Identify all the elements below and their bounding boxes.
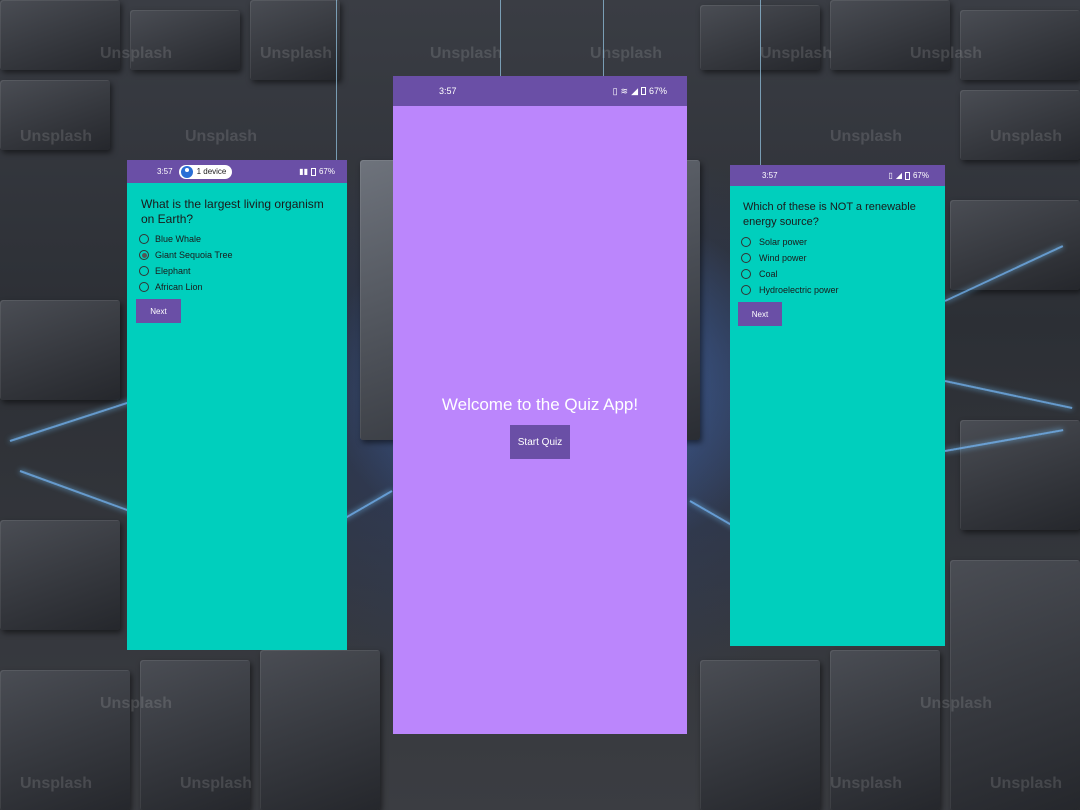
radio-button[interactable] xyxy=(741,253,751,263)
battery-percent: 67% xyxy=(912,171,929,180)
vibrate-icon: ▯ xyxy=(888,171,893,180)
watermark: Unsplash xyxy=(830,775,903,792)
radio-button[interactable] xyxy=(741,237,751,247)
option-label: Hydroelectric power xyxy=(759,285,839,295)
bg-tile xyxy=(960,90,1080,160)
radio-button-selected[interactable] xyxy=(139,250,149,260)
status-bar: 3:57 ▯ ≋ ◢ 67% xyxy=(393,76,687,106)
bg-tile xyxy=(250,0,340,80)
watermark: Unsplash xyxy=(100,695,173,712)
battery-percent: 67% xyxy=(648,86,667,96)
answer-option[interactable]: Hydroelectric power xyxy=(741,284,945,296)
person-icon xyxy=(180,165,193,178)
answer-option[interactable]: Giant Sequoia Tree xyxy=(139,249,347,261)
quiz-question-screen-right: 3:57 ▯ ◢ 67% Which of these is NOT a ren… xyxy=(730,165,945,646)
watermark: Unsplash xyxy=(180,775,253,792)
system-icons: ▯ ◢ 67% xyxy=(888,171,929,180)
radio-button[interactable] xyxy=(139,266,149,276)
battery-icon xyxy=(310,167,316,176)
option-label: Blue Whale xyxy=(155,234,202,244)
radio-button[interactable] xyxy=(139,234,149,244)
next-button[interactable]: Next xyxy=(738,302,782,326)
quiz-welcome-screen: 3:57 ▯ ≋ ◢ 67% Welcome to the Quiz App! … xyxy=(393,76,687,734)
option-label: Coal xyxy=(759,269,778,279)
watermark: Unsplash xyxy=(20,128,93,145)
option-label: African Lion xyxy=(155,282,203,292)
option-label: Wind power xyxy=(759,253,807,263)
status-bar: 3:57 ▯ ◢ 67% xyxy=(730,165,945,186)
battery-percent: 67% xyxy=(318,167,335,176)
bg-tile xyxy=(260,650,380,810)
watermark: Unsplash xyxy=(990,775,1063,792)
hanging-string xyxy=(336,0,337,160)
hanging-string xyxy=(760,0,761,165)
watermark: Unsplash xyxy=(920,695,993,712)
bg-glow-line xyxy=(339,490,393,522)
bg-tile xyxy=(950,560,1080,810)
radio-button[interactable] xyxy=(139,282,149,292)
answer-option[interactable]: Solar power xyxy=(741,236,945,248)
question-text: Which of these is NOT a renewable energy… xyxy=(743,201,916,228)
bg-tile xyxy=(0,520,120,630)
battery-icon xyxy=(640,87,646,95)
bg-tile xyxy=(0,300,120,400)
start-quiz-button[interactable]: Start Quiz xyxy=(510,425,570,459)
status-time: 3:57 xyxy=(157,167,173,176)
system-icons: ▮▮ 67% xyxy=(299,167,335,176)
option-label: Solar power xyxy=(759,237,808,247)
device-chip-label: 1 device xyxy=(196,167,227,176)
status-bar: 3:57 1 device ▮▮ 67% xyxy=(127,160,347,183)
system-icons: ▯ ≋ ◢ 67% xyxy=(613,86,667,97)
option-label: Elephant xyxy=(155,266,191,276)
answer-option[interactable]: African Lion xyxy=(139,281,347,293)
battery-icon xyxy=(904,171,910,180)
answer-option[interactable]: Blue Whale xyxy=(139,233,347,245)
watermark: Unsplash xyxy=(760,45,833,62)
status-time: 3:57 xyxy=(762,171,778,180)
question-text: What is the largest living organism on E… xyxy=(141,197,324,226)
watermark: Unsplash xyxy=(260,45,333,62)
watermark: Unsplash xyxy=(590,45,663,62)
wifi-icon: ≋ xyxy=(620,85,629,96)
bg-glow-line xyxy=(944,380,1073,410)
watermark: Unsplash xyxy=(910,45,983,62)
answer-option[interactable]: Coal xyxy=(741,268,945,280)
watermark: Unsplash xyxy=(990,128,1063,145)
next-button[interactable]: Next xyxy=(136,299,181,323)
signal-icon: ◢ xyxy=(631,85,638,96)
hanging-string xyxy=(603,0,604,76)
radio-button[interactable] xyxy=(741,285,751,295)
bg-glow-line xyxy=(19,470,134,513)
hanging-string xyxy=(500,0,501,76)
radio-button[interactable] xyxy=(741,269,751,279)
welcome-title: Welcome to the Quiz App! xyxy=(441,395,639,414)
watermark: Unsplash xyxy=(100,45,173,62)
status-time: 3:57 xyxy=(439,86,457,96)
answer-option[interactable]: Wind power xyxy=(741,252,945,264)
watermark: Unsplash xyxy=(830,128,903,145)
device-chip[interactable]: 1 device xyxy=(178,164,233,179)
watermark: Unsplash xyxy=(20,775,93,792)
bg-tile xyxy=(700,660,820,810)
watermark: Unsplash xyxy=(185,128,258,145)
signal-icon: ▮▮ xyxy=(299,167,308,176)
answer-option[interactable]: Elephant xyxy=(139,265,347,277)
vibrate-icon: ▯ xyxy=(612,85,618,96)
quiz-question-screen-left: 3:57 1 device ▮▮ 67% What is the largest… xyxy=(127,160,347,650)
signal-icon: ◢ xyxy=(895,171,902,180)
option-label: Giant Sequoia Tree xyxy=(155,250,233,260)
watermark: Unsplash xyxy=(430,45,503,62)
